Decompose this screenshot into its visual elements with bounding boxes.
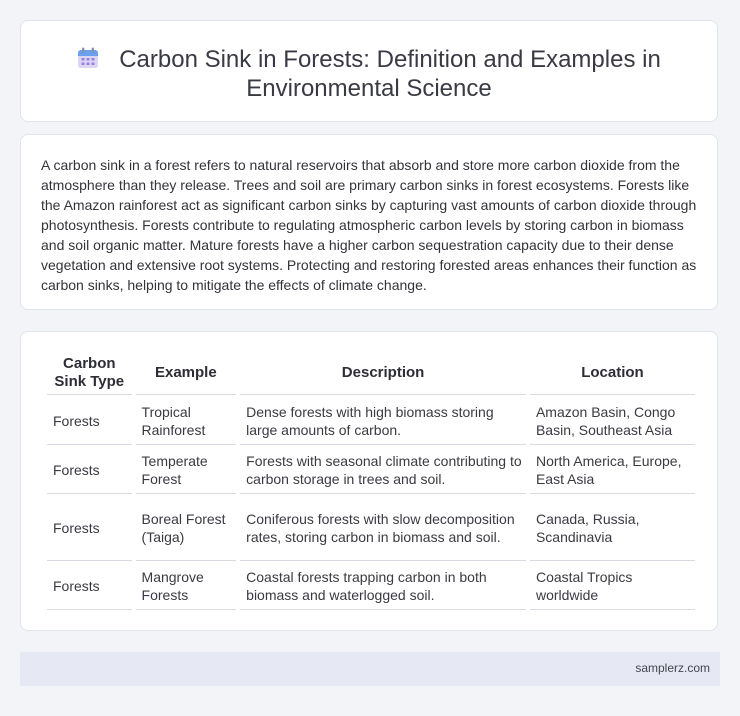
table-row: Forests Boreal Forest (Taiga) Coniferous…: [47, 494, 695, 561]
summary-paragraph: A carbon sink in a forest refers to natu…: [41, 157, 697, 293]
table-cell: Temperate Forest: [135, 445, 237, 494]
table-cell: Forests: [47, 494, 132, 561]
table-cell: Tropical Rainforest: [135, 395, 237, 445]
table-header-row: Carbon Sink Type Example Description Loc…: [47, 352, 695, 395]
table-row: Forests Mangrove Forests Coastal forests…: [47, 561, 695, 610]
table-cell: North America, Europe, East Asia: [529, 445, 695, 494]
calendar-icon: [77, 47, 99, 69]
carbon-sink-table: Carbon Sink Type Example Description Loc…: [43, 352, 699, 610]
table-cell: Forests: [47, 445, 132, 494]
table-cell: Coastal Tropics worldwide: [529, 561, 695, 610]
table-cell: Dense forests with high biomass storing …: [240, 395, 526, 445]
table-row: Forests Tropical Rainforest Dense forest…: [47, 395, 695, 445]
page-title: Carbon Sink in Forests: Definition and E…: [119, 46, 661, 102]
table-cell: Forests with seasonal climate contributi…: [240, 445, 526, 494]
footer-bar: samplerz.com: [20, 652, 720, 686]
table-cell: Coniferous forests with slow decompositi…: [240, 494, 526, 561]
table-cell: Boreal Forest (Taiga): [135, 494, 237, 561]
column-header: Carbon Sink Type: [47, 352, 132, 395]
table-cell: Forests: [47, 395, 132, 445]
table-cell: Forests: [47, 561, 132, 610]
table-cell: Canada, Russia, Scandinavia: [529, 494, 695, 561]
page-title-block: Carbon Sink in Forests: Definition and E…: [21, 45, 717, 103]
table-card: Carbon Sink Type Example Description Loc…: [20, 331, 718, 631]
summary-card: A carbon sink in a forest refers to natu…: [20, 134, 718, 310]
table-cell: Mangrove Forests: [135, 561, 237, 610]
column-header: Location: [529, 352, 695, 395]
title-card: Carbon Sink in Forests: Definition and E…: [20, 20, 718, 122]
column-header: Description: [240, 352, 526, 395]
column-header: Example: [135, 352, 237, 395]
table-row: Forests Temperate Forest Forests with se…: [47, 445, 695, 494]
footer-site-link[interactable]: samplerz.com: [635, 661, 710, 675]
table-cell: Coastal forests trapping carbon in both …: [240, 561, 526, 610]
table-cell: Amazon Basin, Congo Basin, Southeast Asi…: [529, 395, 695, 445]
